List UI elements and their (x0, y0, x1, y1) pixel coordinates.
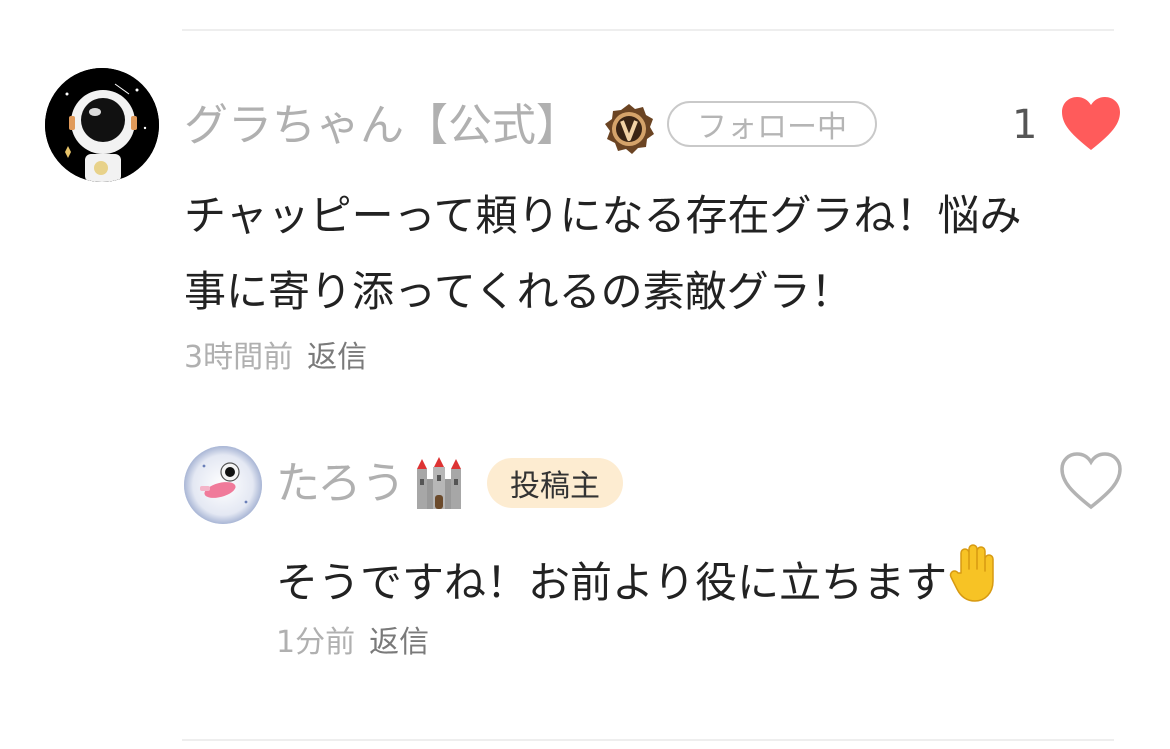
author-badge: 投稿主 (487, 458, 623, 508)
avatar[interactable] (45, 68, 159, 182)
reply-meta: 1分前 返信 (276, 628, 429, 658)
reply-time: 1分前 (276, 625, 356, 660)
reply-author-name[interactable]: たろう (276, 462, 405, 506)
comment-text-line: 事に寄り添ってくれるの素敵グラ！ (184, 267, 853, 316)
reply-text: そうですね！お前より役に立ちます (276, 543, 1001, 621)
comment-text-line: チャッピーって頼りになる存在グラね！悩み (184, 191, 1022, 240)
comment-meta: 3時間前 返信 (184, 343, 367, 373)
astronaut-icon (45, 68, 159, 182)
follow-button[interactable]: フォロー中 (667, 101, 877, 147)
bottom-divider (182, 739, 1114, 741)
comment-author-name[interactable]: グラちゃん【公式】 (184, 104, 580, 148)
heart-icon[interactable] (1060, 95, 1122, 153)
v-badge-icon (603, 103, 655, 155)
like-count: 1 (1012, 102, 1038, 148)
raised-hand-icon (947, 543, 1001, 603)
castle-icon (411, 455, 467, 511)
reply-text-content: そうですね！お前より役に立ちます (276, 558, 948, 607)
reply-avatar[interactable] (184, 446, 262, 524)
top-divider (182, 29, 1114, 31)
astronaut-floating-icon (184, 446, 262, 524)
comment-text: チャッピーって頼りになる存在グラね！悩み 事に寄り添ってくれるの素敵グラ！ (184, 178, 1021, 330)
reply-button[interactable]: 返信 (307, 340, 367, 375)
heart-icon[interactable] (1060, 452, 1122, 510)
reply-button[interactable]: 返信 (369, 625, 429, 660)
comment-time: 3時間前 (184, 340, 294, 375)
